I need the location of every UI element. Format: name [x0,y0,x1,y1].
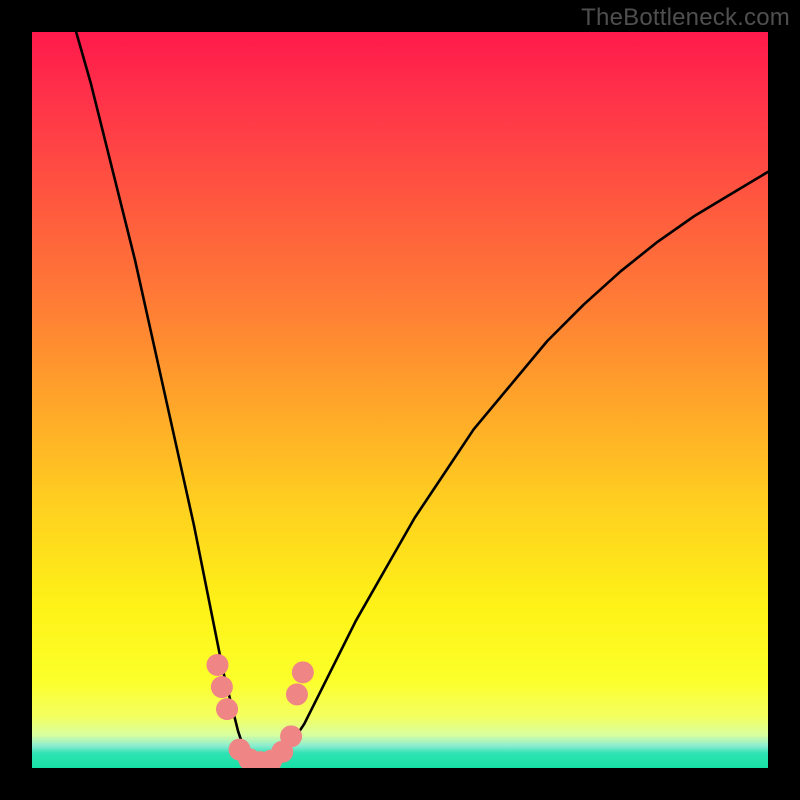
curve-marker [206,654,228,676]
curve-markers [206,654,313,768]
watermark-text: TheBottleneck.com [581,4,790,32]
curve-marker [286,683,308,705]
curve-marker [216,698,238,720]
curve-layer [32,32,768,768]
curve-marker [292,661,314,683]
bottleneck-curve [76,32,768,768]
curve-marker [280,725,302,747]
chart-frame: TheBottleneck.com [0,0,800,800]
curve-marker [211,676,233,698]
plot-area [32,32,768,768]
